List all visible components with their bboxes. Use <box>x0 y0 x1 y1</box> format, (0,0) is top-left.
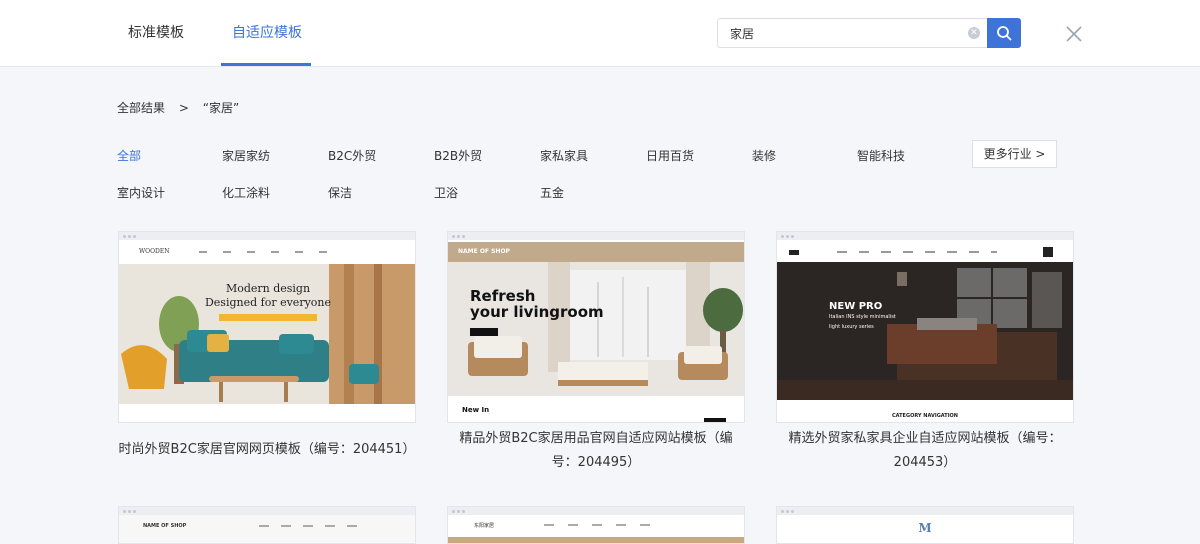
preview-footer: New In <box>462 406 490 414</box>
filter-hardware[interactable]: 五金 <box>540 184 564 201</box>
template-preview-1[interactable]: WOODEN Modern design Designed for everyo… <box>118 231 416 423</box>
preview-cta <box>470 328 498 336</box>
template-card-6[interactable]: M <box>776 506 1074 544</box>
filter-furniture[interactable]: 家私家具 <box>540 147 588 164</box>
breadcrumb-root[interactable]: 全部结果 <box>117 101 165 115</box>
breadcrumb-separator: > <box>178 101 189 115</box>
breadcrumb-current: “家居” <box>202 101 240 115</box>
filter-cleaning[interactable]: 保洁 <box>328 184 352 201</box>
more-industries-button[interactable]: 更多行业 > <box>972 140 1057 168</box>
preview-brand: WOODEN <box>139 248 170 255</box>
clear-icon[interactable]: ✕ <box>968 27 980 39</box>
preview-cta <box>219 314 317 321</box>
search-icon <box>997 26 1012 41</box>
preview-brand: M <box>918 521 932 535</box>
preview-headline-1: NEW PRO <box>829 301 883 312</box>
template-card-4[interactable]: NAME OF SHOP <box>118 506 416 544</box>
template-preview-4[interactable]: NAME OF SHOP <box>118 506 416 544</box>
filter-home-textiles[interactable]: 家居家纺 <box>222 147 270 164</box>
bedroom-photo <box>777 262 1073 400</box>
search-button[interactable] <box>987 18 1021 48</box>
preview-footer: CATEGORY NAVIGATION <box>891 413 958 419</box>
tab-standard-templates[interactable]: 标准模板 <box>128 0 184 67</box>
filter-smart-tech[interactable]: 智能科技 <box>857 147 905 164</box>
close-button[interactable] <box>1064 24 1084 44</box>
template-preview-6[interactable]: M <box>776 506 1074 544</box>
preview-headline-2: your livingroom <box>470 303 604 321</box>
preview-headline-2: Designed for everyone <box>204 296 332 309</box>
search-box: ✕ <box>717 18 987 48</box>
filter-renovation[interactable]: 装修 <box>752 147 776 164</box>
template-preview-3[interactable]: NEW PRO Italian INS style minimalist lig… <box>776 231 1074 423</box>
template-title-1[interactable]: 时尚外贸B2C家居官网网页模板（编号：204451） <box>118 438 416 462</box>
breadcrumb: 全部结果 > “家居” <box>117 99 249 116</box>
filter-all[interactable]: 全部 <box>117 147 141 164</box>
preview-headline-1: Modern design <box>225 282 311 295</box>
preview-brand: NAME OF SHOP <box>143 523 187 529</box>
filter-b2b-trade[interactable]: B2B外贸 <box>434 147 482 164</box>
preview-headline-3: light luxury series <box>829 324 874 330</box>
template-card-5[interactable]: 东阳家居 <box>447 506 745 544</box>
preview-brand: 东阳家居 <box>474 523 495 529</box>
preview-headline-2: Italian INS style minimalist <box>829 314 896 320</box>
top-bar: 标准模板 自适应模板 ✕ <box>0 0 1200 67</box>
preview-brand: NAME OF SHOP <box>458 248 510 255</box>
template-title-3[interactable]: 精选外贸家私家具企业自适应网站模板（编号：204453） <box>776 427 1074 475</box>
template-preview-2[interactable]: NAME OF SHOP Refresh your livingroom New… <box>447 231 745 423</box>
filter-daily-goods[interactable]: 日用百货 <box>646 147 694 164</box>
filter-interior-design[interactable]: 室内设计 <box>117 184 165 201</box>
active-tab-indicator <box>221 63 311 66</box>
template-title-2[interactable]: 精品外贸B2C家居用品官网自适应网站模板（编号：204495） <box>447 427 745 475</box>
search-input[interactable] <box>718 19 963 47</box>
template-preview-5[interactable]: 东阳家居 <box>447 506 745 544</box>
filter-chemical-coatings[interactable]: 化工涂料 <box>222 184 270 201</box>
tab-responsive-templates[interactable]: 自适应模板 <box>232 0 302 67</box>
preview-headline-1: Refresh <box>470 287 536 305</box>
filter-bathroom[interactable]: 卫浴 <box>434 184 458 201</box>
filter-b2c-trade[interactable]: B2C外贸 <box>328 147 376 164</box>
close-icon <box>1066 26 1082 42</box>
